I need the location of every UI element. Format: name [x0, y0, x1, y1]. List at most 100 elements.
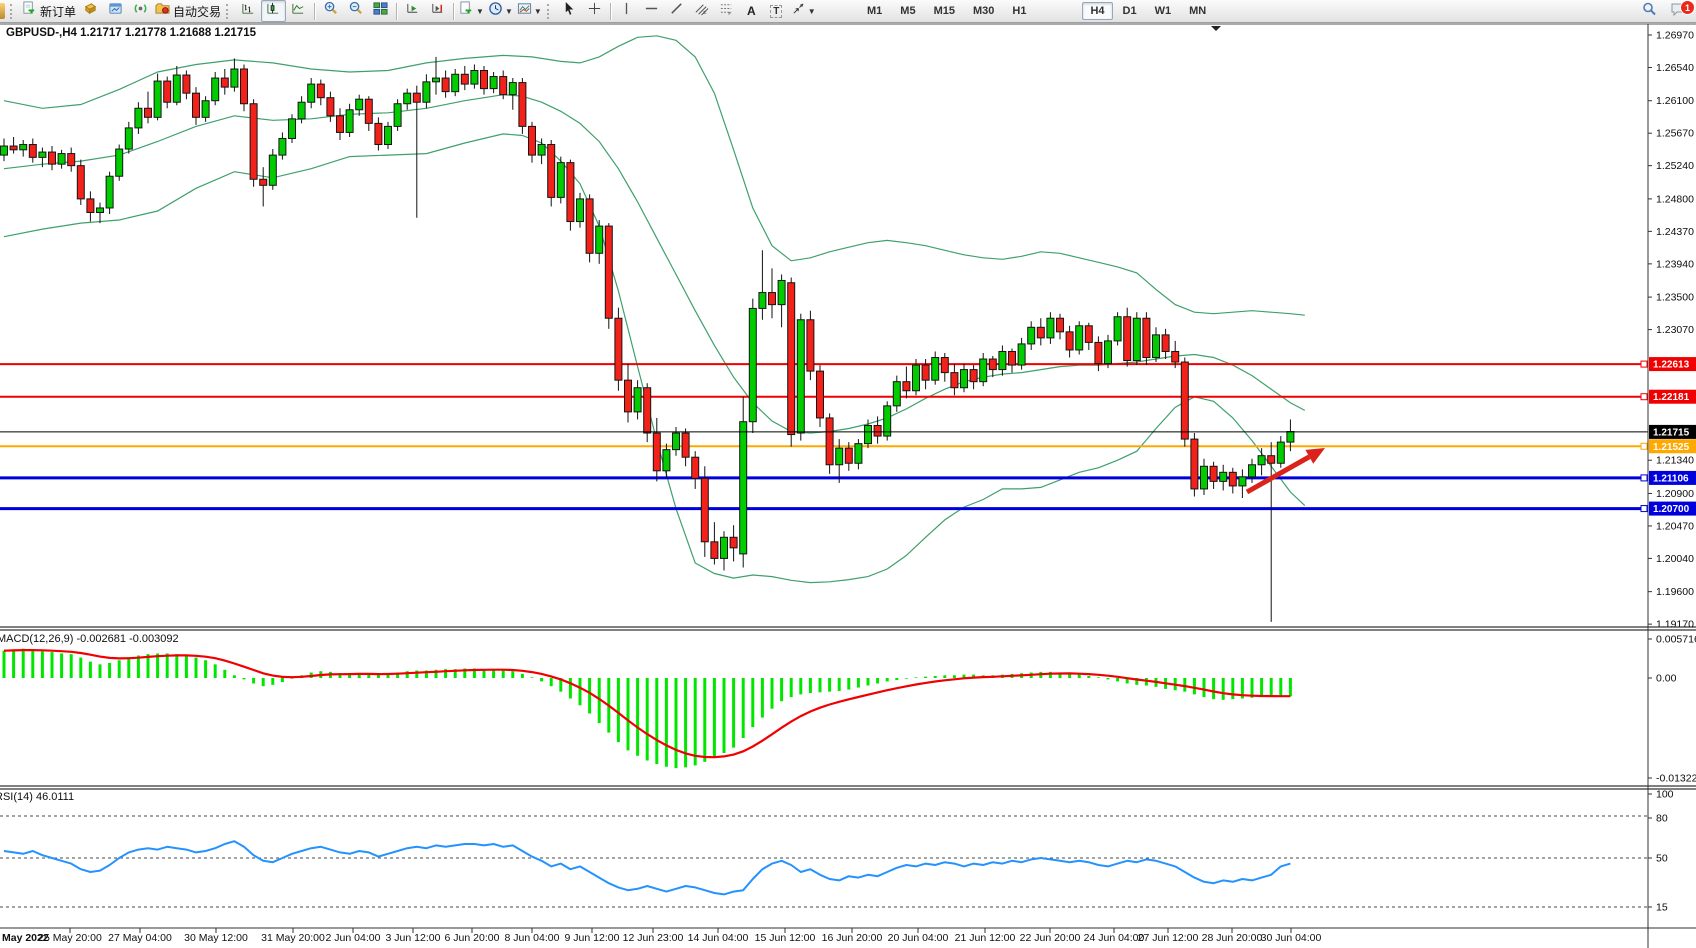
mt4-window: 新订单 自动交易: [0, 0, 1696, 948]
tile-windows-button[interactable]: [368, 0, 393, 22]
auto-scroll-button[interactable]: [400, 0, 425, 22]
zoom-in-icon: [323, 1, 338, 21]
chart-canvas[interactable]: 1.269701.265401.261001.256701.252401.248…: [0, 0, 1696, 948]
cursor-tool-button[interactable]: [557, 0, 582, 22]
text-label-tool-button[interactable]: T: [764, 0, 789, 22]
candle-body: [548, 145, 555, 198]
text-label-icon: T: [770, 5, 782, 18]
chevron-down-icon: ▼: [808, 7, 816, 16]
chart-title: GBPUSD-,H4 1.21717 1.21778 1.21688 1.217…: [6, 27, 256, 39]
timeframe-button-m1[interactable]: M1: [859, 2, 890, 20]
bar-chart-type-button[interactable]: [236, 0, 261, 22]
candle-body: [730, 537, 737, 548]
search-icon: [1641, 1, 1657, 22]
candle-body: [1105, 341, 1112, 364]
candle-body: [423, 82, 430, 102]
timeframe-button-h1[interactable]: H1: [1004, 2, 1034, 20]
candle-body: [711, 542, 718, 559]
timeframe-toolbar: M1M5M15M30H1 H4D1W1MN: [858, 1, 1215, 21]
candle-body: [769, 293, 776, 305]
arrows-tool-button[interactable]: ▼: [789, 0, 818, 22]
timeframe-button-mn[interactable]: MN: [1181, 2, 1214, 20]
level-anchor[interactable]: [1641, 361, 1647, 367]
time-label: 15 Jun 12:00: [755, 932, 816, 944]
price-axis: 1.269701.265401.261001.256701.252401.248…: [1648, 30, 1696, 631]
chart-shift-button[interactable]: [425, 0, 450, 22]
chevron-down-icon: ▼: [476, 7, 484, 16]
candle-body: [1066, 332, 1073, 350]
time-label: 30 May 12:00: [184, 932, 248, 944]
candle-body: [941, 358, 948, 373]
template-button[interactable]: ▼: [515, 0, 544, 22]
candle-body: [557, 163, 564, 198]
horizontal-line-tool-button[interactable]: [639, 0, 664, 22]
notifications-button[interactable]: 1: [1665, 0, 1690, 22]
time-label: 21 Jun 12:00: [955, 932, 1016, 944]
crosshair-tool-button[interactable]: [582, 0, 607, 22]
candle-body: [183, 75, 190, 93]
line-chart-type-button[interactable]: [286, 0, 311, 22]
vertical-line-tool-button[interactable]: [614, 0, 639, 22]
search-button[interactable]: [1636, 0, 1661, 22]
trendline-tool-button[interactable]: [664, 0, 689, 22]
timeframe-button-m15[interactable]: M15: [926, 2, 963, 20]
candle-body: [250, 104, 257, 180]
candlestick-chart-type-button[interactable]: [261, 0, 286, 22]
chart-shift-marker[interactable]: [1211, 26, 1221, 31]
new-order-icon: [22, 1, 37, 21]
timeframe-button-m5[interactable]: M5: [892, 2, 923, 20]
time-label: 2 Jun 04:00: [326, 932, 381, 944]
timeframe-button-h4[interactable]: H4: [1082, 2, 1112, 20]
timeframe-button-m30[interactable]: M30: [965, 2, 1002, 20]
text-tool-button[interactable]: A: [739, 0, 764, 22]
new-order-button[interactable]: 新订单: [20, 0, 78, 22]
candle-body: [279, 138, 286, 155]
zoom-out-button[interactable]: [343, 0, 368, 22]
level-anchor[interactable]: [1641, 443, 1647, 449]
toolbar-separator: [396, 3, 397, 20]
period-button[interactable]: ▼: [486, 0, 515, 22]
candle-body: [1258, 456, 1265, 465]
new-chart-button[interactable]: ▼: [457, 0, 486, 22]
candle-body: [1249, 465, 1256, 477]
timeframe-button-d1[interactable]: D1: [1115, 2, 1145, 20]
candle-body: [788, 283, 795, 435]
candle-body: [836, 448, 843, 465]
candle-body: [807, 320, 814, 371]
time-label: 3 Jun 12:00: [386, 932, 441, 944]
candle-body: [567, 163, 574, 222]
candle-body: [1047, 318, 1054, 338]
cube-icon: [83, 1, 98, 21]
equidistant-channel-tool-button[interactable]: E: [689, 0, 714, 22]
candle-body: [605, 226, 612, 318]
candle-body: [1229, 472, 1236, 486]
fibonacci-tool-button[interactable]: F: [714, 0, 739, 22]
timeframe-button-w1[interactable]: W1: [1147, 2, 1180, 20]
price-tick-label: 1.24800: [1656, 193, 1694, 205]
zoom-in-button[interactable]: [318, 0, 343, 22]
candle-body: [644, 388, 651, 433]
candle-body: [1133, 318, 1140, 360]
candle-body: [87, 199, 94, 213]
candle-body: [538, 145, 545, 156]
level-anchor[interactable]: [1641, 475, 1647, 481]
rsi-axis-label: 100: [1656, 789, 1674, 801]
auto-trading-folder-icon: [155, 1, 170, 21]
candle-body: [749, 308, 756, 421]
level-price-tag-label: 1.22613: [1653, 360, 1690, 371]
level-anchor[interactable]: [1641, 506, 1647, 512]
candle-body: [577, 199, 584, 222]
level-anchor[interactable]: [1641, 394, 1647, 400]
auto-trading-button[interactable]: 自动交易: [153, 0, 223, 22]
candle-body: [845, 448, 852, 463]
candle-body: [1268, 456, 1275, 464]
candle-body: [193, 93, 200, 117]
cube-button[interactable]: [78, 0, 103, 22]
candle-body: [260, 179, 267, 185]
price-tick-label: 1.20900: [1656, 488, 1694, 500]
main-toolbar: 新订单 自动交易: [0, 0, 1696, 23]
candle-body: [797, 320, 804, 433]
signal-button[interactable]: [128, 0, 153, 22]
market-watch-button[interactable]: [103, 0, 128, 22]
auto-trading-label: 自动交易: [173, 3, 221, 20]
